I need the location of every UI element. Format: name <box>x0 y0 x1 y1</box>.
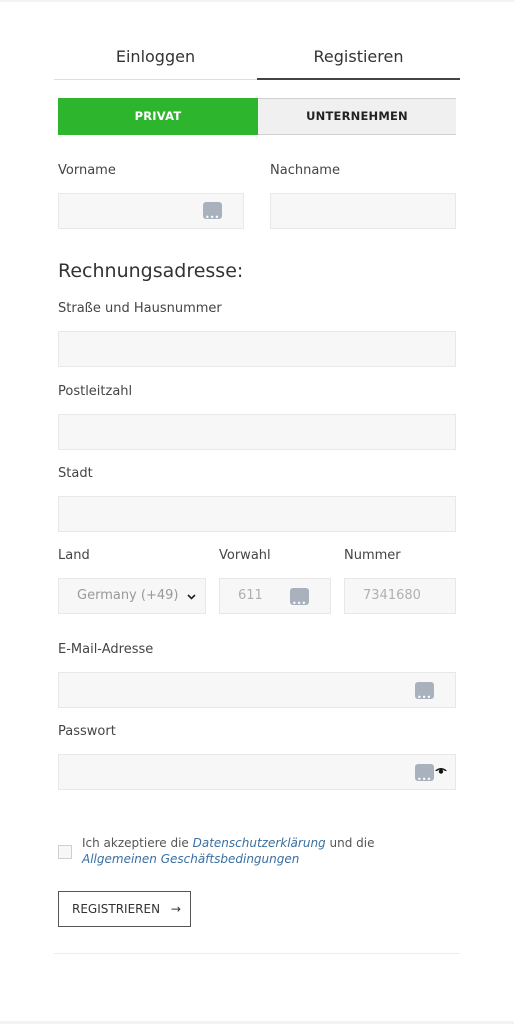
autofill-key-icon[interactable] <box>415 763 434 797</box>
city-input[interactable] <box>58 496 456 532</box>
country-label: Land <box>58 548 90 563</box>
number-label: Nummer <box>344 548 401 563</box>
password-label: Passwort <box>58 724 116 739</box>
register-button-label: REGISTRIEREN <box>72 902 161 916</box>
billing-address-heading: Rechnungsadresse: <box>58 260 244 282</box>
auth-tabs: Einloggen Registieren <box>54 40 460 80</box>
terms-consent-text: Ich akzeptiere die Datenschutzerklärung … <box>82 835 442 867</box>
street-input[interactable] <box>58 331 456 367</box>
top-border <box>0 0 514 2</box>
register-button[interactable]: REGISTRIEREN → <box>58 891 191 927</box>
eye-icon[interactable] <box>434 766 448 776</box>
lastname-label: Nachname <box>270 163 340 178</box>
firstname-input[interactable] <box>58 193 244 235</box>
autofill-key-icon[interactable] <box>290 587 309 621</box>
company-option-button[interactable]: UNTERNEHMEN <box>258 99 456 134</box>
account-type-toggle: UNTERNEHMEN PRIVAT <box>58 98 456 135</box>
areacode-placeholder: 611 <box>238 588 263 603</box>
email-label: E-Mail-Adresse <box>58 642 154 657</box>
lastname-input[interactable] <box>270 193 456 229</box>
consent-middle: und die <box>325 836 375 850</box>
tab-register[interactable]: Registieren <box>257 40 460 80</box>
form-divider <box>54 953 460 954</box>
consent-prefix: Ich akzeptiere die <box>82 836 193 850</box>
zip-input[interactable] <box>58 414 456 450</box>
arrow-right-icon: → <box>170 902 181 916</box>
private-option-button[interactable]: PRIVAT <box>58 98 258 135</box>
tab-login[interactable]: Einloggen <box>54 40 257 80</box>
street-label: Straße und Hausnummer <box>58 301 222 316</box>
autofill-key-icon[interactable] <box>415 681 434 715</box>
zip-label: Postleitzahl <box>58 384 133 399</box>
areacode-input[interactable]: 611 <box>219 578 331 621</box>
country-select-value: Germany (+49) <box>77 588 179 603</box>
country-select[interactable]: Germany (+49) <box>58 578 206 614</box>
privacy-policy-link[interactable]: Datenschutzerklärung <box>193 836 326 850</box>
autofill-key-icon[interactable] <box>203 201 222 235</box>
number-placeholder: 7341680 <box>363 588 421 603</box>
terms-link[interactable]: Allgemeinen Geschäftsbedingungen <box>82 852 299 866</box>
chevron-down-icon <box>187 594 196 600</box>
email-input[interactable] <box>58 672 456 715</box>
city-label: Stadt <box>58 466 93 481</box>
number-input[interactable]: 7341680 <box>344 578 456 614</box>
areacode-label: Vorwahl <box>219 548 271 563</box>
terms-checkbox[interactable] <box>58 845 72 859</box>
password-input[interactable] <box>58 754 456 797</box>
firstname-label: Vorname <box>58 163 116 178</box>
